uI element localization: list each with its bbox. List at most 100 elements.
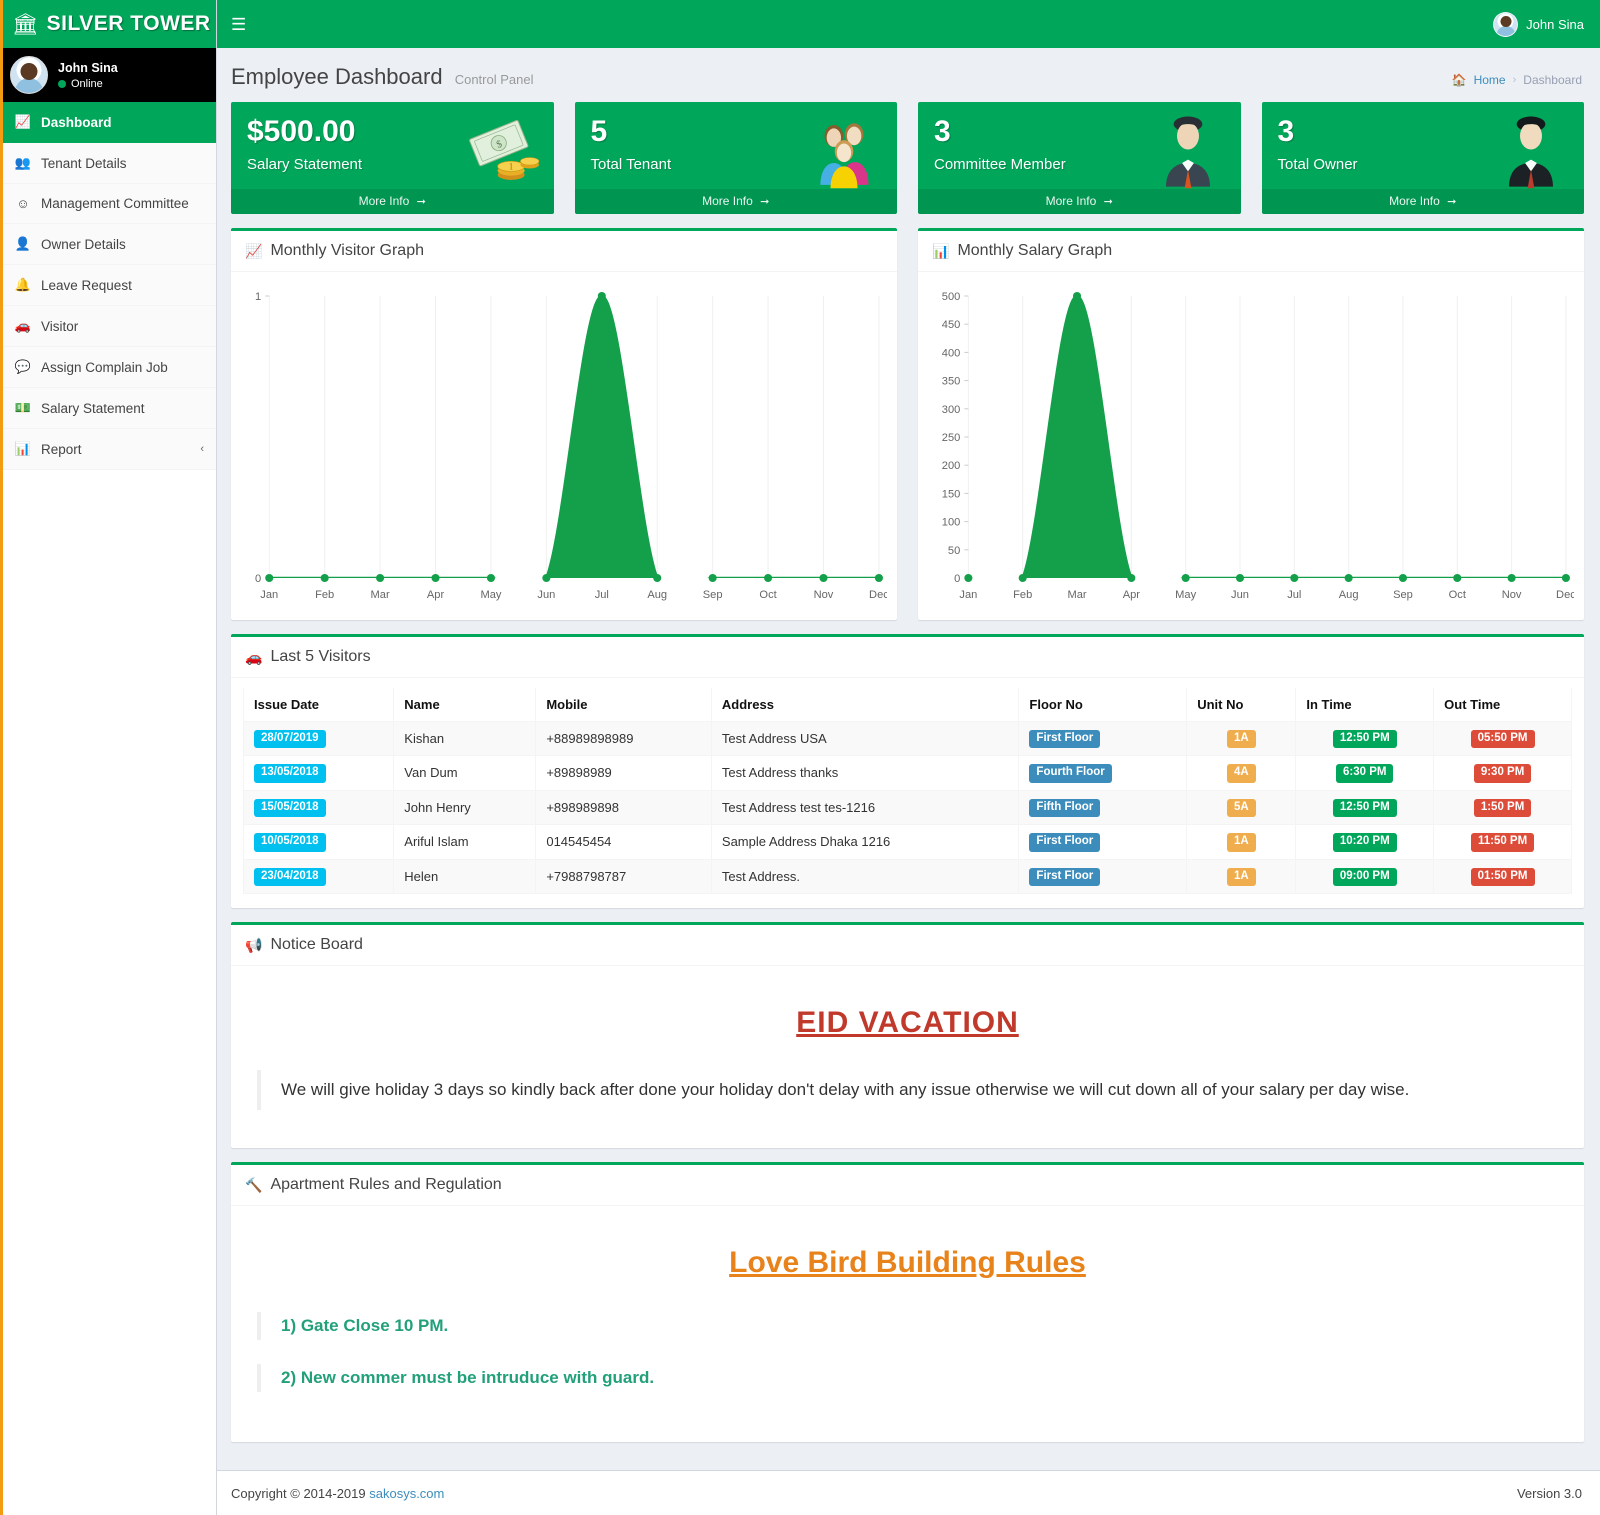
sidebar-item-dashboard[interactable]: 📈 Dashboard [0, 102, 216, 143]
car-icon: 🚗 [245, 650, 262, 664]
breadcrumb: 🏠 Home › Dashboard [1452, 73, 1582, 87]
rule-item: 2) New commer must be intruduce with gua… [257, 1364, 1558, 1392]
svg-text:0: 0 [255, 573, 261, 585]
cell-in-time: 12:50 PM [1296, 721, 1434, 756]
floor-badge: Fifth Floor [1029, 799, 1100, 818]
topbar-user-menu[interactable]: John Sina [1493, 12, 1584, 37]
visitors-table-body: 28/07/2019Kishan+88989898989Test Address… [244, 721, 1572, 894]
cell-out-time: 9:30 PM [1434, 756, 1572, 791]
in-time-badge: 12:50 PM [1333, 799, 1397, 818]
svg-text:Feb: Feb [1013, 589, 1032, 601]
arrow-circle-right-icon: ➞ [1447, 196, 1456, 208]
stat-boxes: $500.00 Salary Statement $ 1 [217, 98, 1600, 214]
out-time-badge: 01:50 PM [1471, 868, 1535, 887]
sidebar-item-tenant-details[interactable]: 👥 Tenant Details [0, 143, 216, 184]
card-notice-board: 📢 Notice Board EID VACATION We will give… [231, 922, 1584, 1148]
date-badge: 23/04/2018 [254, 868, 326, 887]
sidebar-item-assign-complain-job[interactable]: 💬 Assign Complain Job [0, 347, 216, 388]
table-row: 23/04/2018Helen+7988798787Test Address.F… [244, 859, 1572, 894]
main-content: Employee Dashboard Control Panel 🏠 Home … [217, 48, 1600, 1464]
page-footer: Copyright © 2014-2019 sakosys.com Versio… [217, 1470, 1600, 1515]
breadcrumb-home[interactable]: Home [1474, 73, 1506, 87]
sidebar-item-salary-statement[interactable]: 💵 Salary Statement [0, 388, 216, 429]
topbar: ☰ John Sina [217, 0, 1600, 48]
sidebar-item-visitor[interactable]: 🚗 Visitor [0, 306, 216, 347]
svg-text:Apr: Apr [427, 589, 445, 601]
visitors-row: 🚗 Last 5 Visitors Issue Date Name Mobile… [217, 620, 1600, 909]
card-title: Monthly Salary Graph [957, 242, 1112, 260]
cell-name: Ariful Islam [394, 825, 536, 860]
sidebar-item-leave-request[interactable]: 🔔 Leave Request [0, 265, 216, 306]
card-monthly-visitor-graph: 📈 Monthly Visitor Graph 01JanFebMarAprMa… [231, 228, 897, 620]
cell-out-time: 11:50 PM [1434, 825, 1572, 860]
card-title: Monthly Visitor Graph [270, 242, 424, 260]
unit-badge: 1A [1227, 730, 1256, 749]
svg-text:200: 200 [942, 460, 961, 472]
in-time-badge: 10:20 PM [1333, 833, 1397, 852]
svg-text:Mar: Mar [371, 589, 390, 601]
svg-text:Aug: Aug [1339, 589, 1359, 601]
topbar-user-name: John Sina [1526, 17, 1584, 32]
sidebar-item-management-committee[interactable]: ☺ Management Committee [0, 184, 216, 224]
hamburger-icon[interactable]: ☰ [231, 16, 246, 33]
footer-copyright: Copyright © 2014-2019 sakosys.com [231, 1486, 444, 1501]
sidebar-item-label: Visitor [41, 319, 78, 334]
table-header-row: Issue Date Name Mobile Address Floor No … [244, 688, 1572, 722]
svg-text:250: 250 [942, 432, 961, 444]
out-time-badge: 11:50 PM [1471, 833, 1534, 852]
svg-text:150: 150 [942, 488, 961, 500]
table-row: 28/07/2019Kishan+88989898989Test Address… [244, 721, 1572, 756]
svg-text:1: 1 [508, 163, 513, 173]
bank-icon: 🏛 [12, 14, 39, 35]
user-solid-icon: 👤 [14, 236, 32, 252]
breadcrumb-separator: › [1513, 74, 1517, 86]
comments-icon: 💬 [14, 359, 32, 375]
page-title: Employee Dashboard Control Panel [231, 64, 533, 90]
cell-unit-no: 1A [1187, 859, 1296, 894]
svg-text:Apr: Apr [1123, 589, 1141, 601]
sidebar-item-label: Leave Request [41, 278, 132, 293]
rules-row: 🔨 Apartment Rules and Regulation Love Bi… [217, 1148, 1600, 1442]
cell-issue-date: 15/05/2018 [244, 790, 394, 825]
arrow-circle-right-icon: ➞ [760, 196, 769, 208]
stat-more-info-link[interactable]: More Info ➞ [575, 189, 898, 214]
stat-more-info-link[interactable]: More Info ➞ [918, 189, 1241, 214]
cell-in-time: 12:50 PM [1296, 790, 1434, 825]
users-group-icon: 👥 [14, 155, 32, 171]
brand-logo[interactable]: 🏛 SILVER TOWER [0, 0, 216, 48]
svg-text:Mar: Mar [1067, 589, 1086, 601]
in-time-badge: 12:50 PM [1333, 730, 1397, 749]
card-last-5-visitors: 🚗 Last 5 Visitors Issue Date Name Mobile… [231, 634, 1584, 909]
stat-more-info-link[interactable]: More Info ➞ [1262, 189, 1585, 214]
stat-more-info-link[interactable]: More Info ➞ [231, 189, 554, 214]
sidebar-user-status: Online [58, 78, 118, 90]
cell-issue-date: 23/04/2018 [244, 859, 394, 894]
svg-text:Sep: Sep [703, 589, 723, 601]
column-header: Address [711, 688, 1019, 722]
svg-text:Aug: Aug [647, 589, 667, 601]
svg-text:Feb: Feb [315, 589, 334, 601]
out-time-badge: 9:30 PM [1474, 764, 1531, 783]
notice-heading: EID VACATION [245, 972, 1570, 1048]
svg-text:Dec: Dec [869, 589, 887, 601]
sidebar-item-report[interactable]: 📊 Report ‹ [0, 429, 216, 470]
footer-link[interactable]: sakosys.com [369, 1486, 444, 1501]
cell-mobile: +898989898 [536, 790, 712, 825]
svg-text:May: May [1175, 589, 1196, 601]
sidebar-item-owner-details[interactable]: 👤 Owner Details [0, 224, 216, 265]
svg-text:50: 50 [948, 544, 960, 556]
sidebar-user-panel: John Sina Online [0, 48, 216, 102]
cell-mobile: 014545454 [536, 825, 712, 860]
svg-text:Jul: Jul [595, 589, 609, 601]
unit-badge: 5A [1227, 799, 1256, 818]
card-monthly-salary-graph: 📊 Monthly Salary Graph 05010015020025030… [918, 228, 1584, 620]
avatar [10, 56, 48, 94]
cell-address: Test Address. [711, 859, 1019, 894]
chart-line-icon: 📈 [14, 114, 32, 130]
sidebar-user-status-label: Online [71, 78, 103, 90]
column-header: In Time [1296, 688, 1434, 722]
sidebar-item-label: Dashboard [41, 115, 112, 130]
cell-floor-no: Fourth Floor [1019, 756, 1187, 791]
cell-mobile: +89898989 [536, 756, 712, 791]
cell-in-time: 09:00 PM [1296, 859, 1434, 894]
